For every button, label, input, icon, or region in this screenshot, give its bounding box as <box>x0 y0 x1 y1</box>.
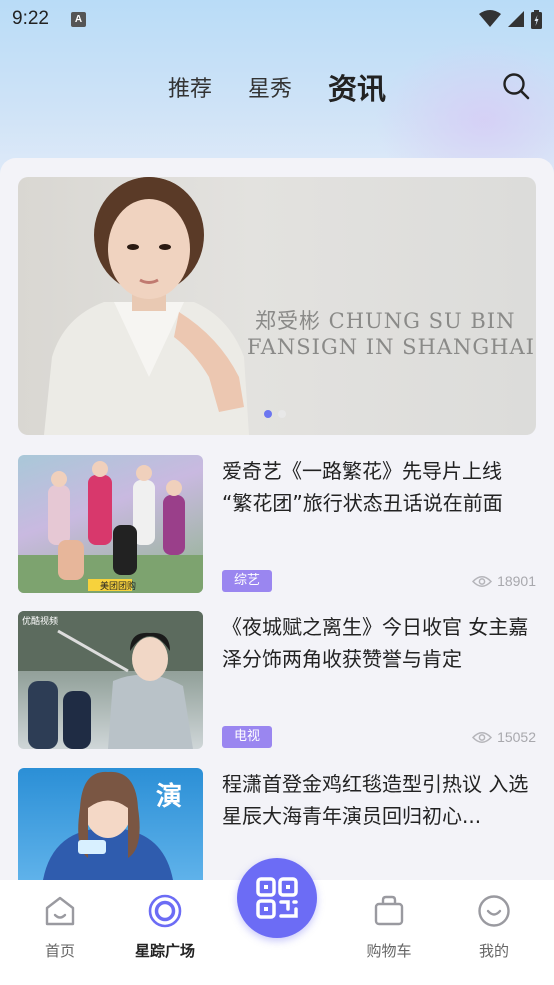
scan-button[interactable] <box>237 858 317 938</box>
news-thumbnail: 优酷视频 <box>18 611 203 749</box>
carousel-dot <box>278 410 286 418</box>
view-count-value: 15052 <box>497 729 536 745</box>
thumb-badge: 演 <box>156 782 183 812</box>
eye-icon <box>472 575 493 587</box>
nav-label: 购物车 <box>366 942 412 960</box>
nav-label: 首页 <box>44 942 75 960</box>
carousel-indicator <box>264 410 286 418</box>
drama-photo <box>18 611 203 749</box>
banner-carousel[interactable]: 郑受彬 CHUNG SU BIN FANSIGN IN SHANGHAI <box>18 177 536 435</box>
eye-icon <box>472 731 493 743</box>
shopping-bag-icon <box>374 895 404 926</box>
signal-icon <box>508 11 524 27</box>
category-tag[interactable]: 电视 <box>222 726 273 748</box>
news-thumbnail: 美团团购 <box>18 455 203 593</box>
banner-caption-line1: 郑受彬 CHUNG SU BIN <box>255 309 516 333</box>
banner-caption-line2: FANSIGN IN SHANGHAI <box>247 335 535 359</box>
search-icon[interactable] <box>502 72 530 100</box>
view-count: 18901 <box>472 573 536 589</box>
nav-star-plaza[interactable]: 星踪广场 <box>120 894 210 961</box>
news-thumbnail: 演 <box>18 768 203 880</box>
wifi-icon <box>479 10 501 27</box>
news-title: 《夜城赋之离生》今日收官 女主嘉泽分饰两角收获赞誉与肯定 <box>222 615 529 671</box>
news-title: 程潇首登金鸡红毯造型引热议 入选星辰大海青年演员回归初心... <box>222 772 529 828</box>
nav-home[interactable]: 首页 <box>15 894 105 961</box>
thumb-badge: 优酷视频 <box>22 617 59 627</box>
target-icon <box>148 894 182 928</box>
news-title: 爱奇艺《一路繁花》先导片上线 “繁花团”旅行状态丑话说在前面 <box>222 459 503 515</box>
smile-icon <box>478 895 510 927</box>
nav-cart[interactable]: 购物车 <box>344 894 434 961</box>
list-item[interactable]: 优酷视频 《夜城赋之离生》今日收官 女主嘉泽分饰两角收获赞誉与肯定 电视 150… <box>18 611 536 751</box>
tab-news[interactable]: 资讯 <box>328 66 386 108</box>
qr-code-icon <box>256 877 298 919</box>
nav-label: 星踪广场 <box>134 942 195 960</box>
variety-show-photo <box>18 461 203 593</box>
status-bar: 9:22 A <box>0 0 554 38</box>
banner-image <box>44 177 249 435</box>
list-item[interactable]: 美团团购 爱奇艺《一路繁花》先导片上线 “繁花团”旅行状态丑话说在前面 综艺 1… <box>18 455 536 595</box>
thumb-badge: 美团团购 <box>100 582 137 592</box>
news-feed: 郑受彬 CHUNG SU BIN FANSIGN IN SHANGHAI 美团团… <box>0 158 554 880</box>
tab-recommend[interactable]: 推荐 <box>168 71 212 103</box>
view-count: 15052 <box>472 729 536 745</box>
view-count-value: 18901 <box>497 573 536 589</box>
status-indicators <box>479 9 542 29</box>
category-tag[interactable]: 综艺 <box>222 570 273 592</box>
nav-profile[interactable]: 我的 <box>449 894 539 961</box>
home-icon <box>45 896 75 926</box>
tab-star-show[interactable]: 星秀 <box>248 71 292 103</box>
notification-icon: A <box>70 11 86 27</box>
status-time: 9:22 <box>12 8 49 29</box>
top-tabs: 推荐 星秀 资讯 <box>0 62 554 112</box>
carousel-dot-active <box>264 410 272 418</box>
nav-label: 我的 <box>478 942 509 960</box>
battery-icon <box>531 9 542 29</box>
